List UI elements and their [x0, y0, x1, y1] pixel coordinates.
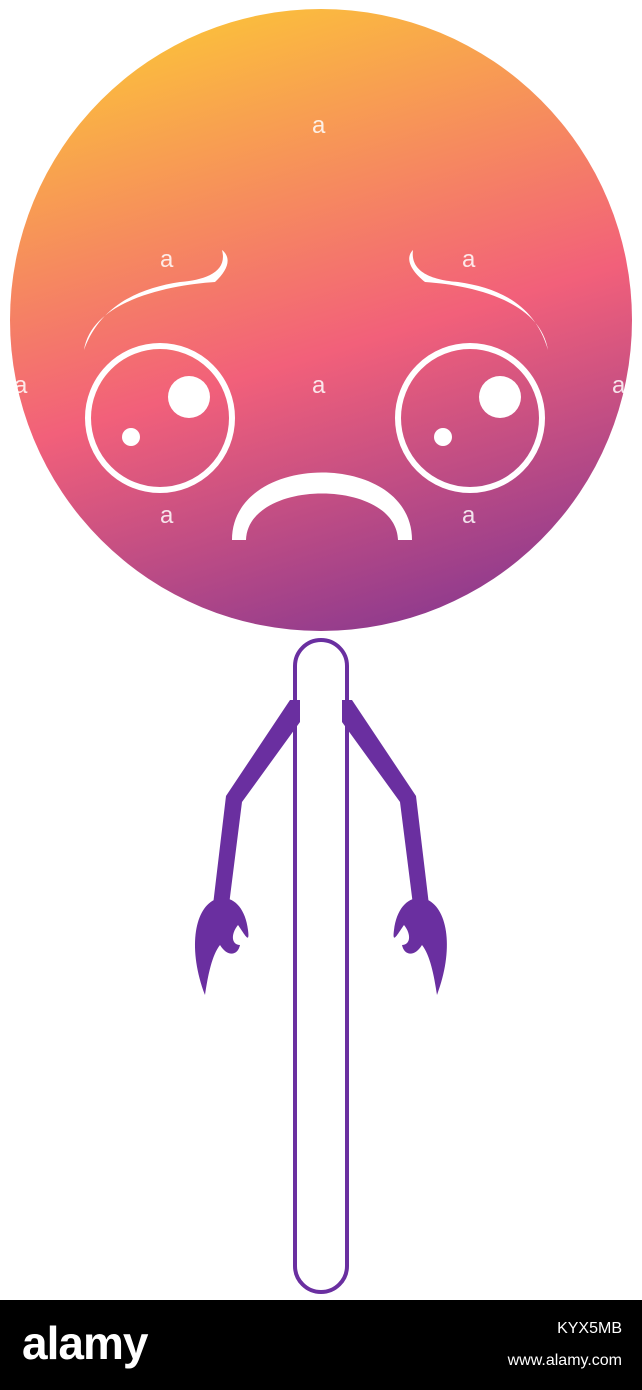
watermark-glyph: a [14, 372, 28, 399]
watermark-glyph: a [160, 246, 174, 273]
candy-head [10, 9, 632, 631]
image-code: KYX5MB [557, 1320, 622, 1337]
site-url: www.alamy.com [507, 1352, 622, 1369]
watermark-glyph: a [312, 112, 326, 139]
lollipop-illustration [10, 9, 632, 1294]
watermark-glyph: a [462, 246, 476, 273]
lollipop-stick [293, 638, 349, 1294]
watermark-glyph: a [612, 372, 626, 399]
stock-footer: alamy KYX5MB www.alamy.com [0, 1300, 642, 1390]
watermark-glyph: a [160, 502, 174, 529]
left-arm [195, 700, 300, 995]
left-hand [195, 898, 249, 995]
right-arm [342, 700, 447, 995]
alamy-logo: alamy [22, 1317, 148, 1369]
right-hand [393, 898, 447, 995]
watermark-glyph: a [462, 502, 476, 529]
watermark-glyph: a [312, 372, 326, 399]
